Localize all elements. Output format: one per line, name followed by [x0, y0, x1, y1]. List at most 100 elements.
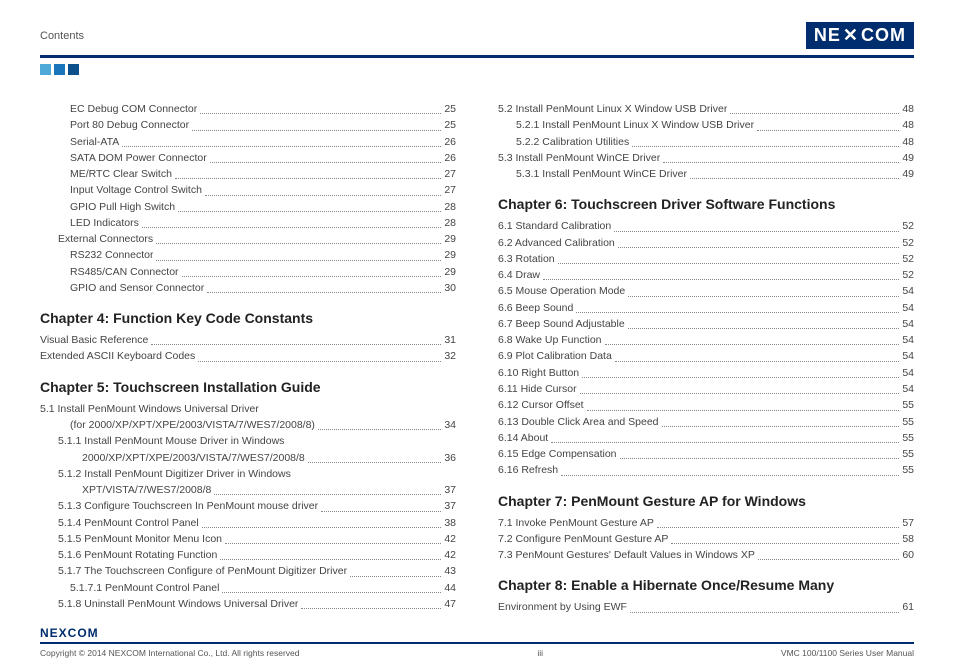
toc-entry[interactable]: GPIO and Sensor Connector30 [40, 280, 456, 296]
toc-entry[interactable]: 5.1.4 PenMount Control Panel38 [40, 515, 456, 531]
toc-entry[interactable]: 6.4 Draw52 [498, 267, 914, 283]
toc-page: 37 [444, 498, 456, 514]
toc-entry[interactable]: ME/RTC Clear Switch27 [40, 166, 456, 182]
toc-page: 54 [902, 381, 914, 397]
toc-entry[interactable]: 5.3.1 Install PenMount WinCE Driver 49 [498, 166, 914, 182]
toc-entry[interactable]: 6.1 Standard Calibration52 [498, 218, 914, 234]
toc-entry[interactable]: RS485/CAN Connector 29 [40, 264, 456, 280]
toc-page: 52 [902, 235, 914, 251]
toc-entry[interactable]: SATA DOM Power Connector26 [40, 150, 456, 166]
toc-entry[interactable]: 5.3 Install PenMount WinCE Driver49 [498, 150, 914, 166]
toc-entry[interactable]: 6.12 Cursor Offset55 [498, 397, 914, 413]
toc-entry[interactable]: (for 2000/XP/XPT/XPE/2003/VISTA/7/WES7/2… [40, 417, 456, 433]
toc-label: 5.3.1 Install PenMount WinCE Driver [516, 166, 687, 182]
toc-entry[interactable]: RS232 Connector 29 [40, 247, 456, 263]
toc-entry[interactable]: 6.9 Plot Calibration Data54 [498, 348, 914, 364]
toc-entry[interactable]: 5.1.5 PenMount Monitor Menu Icon42 [40, 531, 456, 547]
toc-label: 5.2 Install PenMount Linux X Window USB … [498, 101, 727, 117]
toc-entry[interactable]: Input Voltage Control Switch27 [40, 182, 456, 198]
toc-page: 37 [444, 482, 456, 498]
toc-label: 7.1 Invoke PenMount Gesture AP [498, 515, 654, 531]
toc-entry[interactable]: 5.1.1 Install PenMount Mouse Driver in W… [40, 433, 456, 449]
toc-entry[interactable]: GPIO Pull High Switch28 [40, 199, 456, 215]
toc-entry[interactable]: XPT/VISTA/7/WES7/2008/837 [40, 482, 456, 498]
toc-entry[interactable]: 5.2.1 Install PenMount Linux X Window US… [498, 117, 914, 133]
toc-page: 42 [444, 531, 456, 547]
toc-entry[interactable]: 5.1.3 Configure Touchscreen In PenMount … [40, 498, 456, 514]
toc-label: 6.7 Beep Sound Adjustable [498, 316, 625, 332]
toc-label: 7.3 PenMount Gestures' Default Values in… [498, 547, 755, 563]
toc-entry[interactable]: EC Debug COM Connector 25 [40, 101, 456, 117]
toc-entry[interactable]: 7.1 Invoke PenMount Gesture AP 57 [498, 515, 914, 531]
toc-entry[interactable]: 6.14 About55 [498, 430, 914, 446]
toc-entry[interactable]: 5.1.7.1 PenMount Control Panel44 [40, 580, 456, 596]
nexcom-logo: NE✕COM [806, 22, 914, 49]
toc-entry[interactable]: 6.11 Hide Cursor 54 [498, 381, 914, 397]
toc-page: 55 [902, 430, 914, 446]
toc-entry[interactable]: 6.7 Beep Sound Adjustable54 [498, 316, 914, 332]
toc-page: 55 [902, 446, 914, 462]
page-number: iii [537, 648, 543, 658]
toc-label: RS232 Connector [70, 247, 153, 263]
toc-entry[interactable]: 6.5 Mouse Operation Mode54 [498, 283, 914, 299]
toc-label: 5.1 Install PenMount Windows Universal D… [40, 401, 259, 417]
toc-entry[interactable]: 6.3 Rotation52 [498, 251, 914, 267]
toc-entry[interactable]: 6.16 Refresh55 [498, 462, 914, 478]
toc-entry[interactable]: Extended ASCII Keyboard Codes32 [40, 348, 456, 364]
toc-label: 5.1.4 PenMount Control Panel [58, 515, 199, 531]
toc-label: 6.15 Edge Compensation [498, 446, 617, 462]
toc-page: 54 [902, 365, 914, 381]
toc-page: 54 [902, 300, 914, 316]
toc-label: RS485/CAN Connector [70, 264, 179, 280]
toc-entry[interactable]: 5.2 Install PenMount Linux X Window USB … [498, 101, 914, 117]
toc-page: 29 [444, 264, 456, 280]
page-header: Contents NE✕COM [0, 0, 954, 49]
toc-entry[interactable]: Environment by Using EWF61 [498, 599, 914, 615]
toc-label: 5.1.6 PenMount Rotating Function [58, 547, 217, 563]
toc-page: 43 [444, 563, 456, 579]
toc-page: 49 [902, 166, 914, 182]
toc-label: 6.8 Wake Up Function [498, 332, 602, 348]
toc-page: 52 [902, 251, 914, 267]
chapter-heading: Chapter 8: Enable a Hibernate Once/Resum… [498, 577, 914, 593]
toc-entry[interactable]: Serial-ATA26 [40, 134, 456, 150]
toc-entry[interactable]: 5.1.2 Install PenMount Digitizer Driver … [40, 466, 456, 482]
toc-entry[interactable]: 6.10 Right Button54 [498, 365, 914, 381]
toc-page: 27 [444, 166, 456, 182]
toc-label: 6.2 Advanced Calibration [498, 235, 615, 251]
toc-entry[interactable]: 5.1.6 PenMount Rotating Function42 [40, 547, 456, 563]
toc-entry[interactable]: 5.1.7 The Touchscreen Configure of PenMo… [40, 563, 456, 579]
toc-entry[interactable]: 7.3 PenMount Gestures' Default Values in… [498, 547, 914, 563]
decorative-squares [40, 64, 954, 75]
toc-label: 5.2.1 Install PenMount Linux X Window US… [516, 117, 754, 133]
toc-entry[interactable]: 7.2 Configure PenMount Gesture AP58 [498, 531, 914, 547]
toc-entry[interactable]: Port 80 Debug Connector25 [40, 117, 456, 133]
toc-entry[interactable]: LED Indicators28 [40, 215, 456, 231]
toc-page: 28 [444, 199, 456, 215]
toc-page: 25 [444, 101, 456, 117]
toc-entry[interactable]: 6.6 Beep Sound54 [498, 300, 914, 316]
toc-entry[interactable]: 6.13 Double Click Area and Speed55 [498, 414, 914, 430]
toc-entry[interactable]: 2000/XP/XPT/XPE/2003/VISTA/7/WES7/2008/8… [40, 450, 456, 466]
toc-entry[interactable]: 5.1 Install PenMount Windows Universal D… [40, 401, 456, 417]
toc-label: GPIO and Sensor Connector [70, 280, 204, 296]
toc-entry[interactable]: 6.2 Advanced Calibration 52 [498, 235, 914, 251]
toc-entry[interactable]: 5.2.2 Calibration Utilities48 [498, 134, 914, 150]
toc-entry[interactable]: 5.1.8 Uninstall PenMount Windows Univers… [40, 596, 456, 612]
toc-page: 57 [902, 515, 914, 531]
toc-page: 55 [902, 397, 914, 413]
toc-page: 29 [444, 247, 456, 263]
toc-entry[interactable]: 6.15 Edge Compensation 55 [498, 446, 914, 462]
toc-label: Input Voltage Control Switch [70, 182, 202, 198]
toc-page: 32 [444, 348, 456, 364]
toc-page: 36 [444, 450, 456, 466]
toc-label: 6.4 Draw [498, 267, 540, 283]
toc-label: 6.11 Hide Cursor [498, 381, 577, 397]
toc-entry[interactable]: Visual Basic Reference31 [40, 332, 456, 348]
toc-page: 47 [444, 596, 456, 612]
toc-label: EC Debug COM Connector [70, 101, 197, 117]
toc-entry[interactable]: 6.8 Wake Up Function54 [498, 332, 914, 348]
toc-label: Environment by Using EWF [498, 599, 627, 615]
toc-page: 48 [902, 101, 914, 117]
toc-entry[interactable]: External Connectors29 [40, 231, 456, 247]
